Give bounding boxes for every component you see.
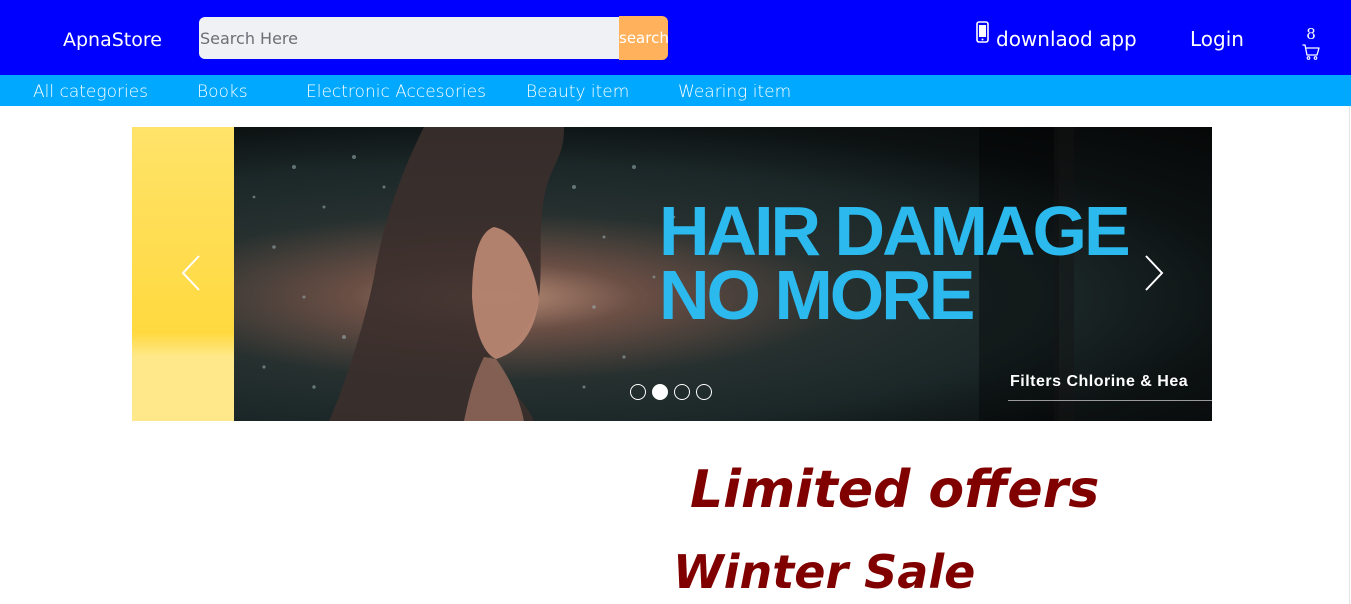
hero-headline: HAIR DAMAGE NO MORE [659,192,1131,334]
download-app-label: downlaod app [996,27,1137,51]
shopping-cart-icon [1302,44,1320,60]
login-link[interactable]: Login [1190,27,1244,51]
category-all[interactable]: All categories [33,82,148,102]
search-button[interactable]: search [619,16,669,60]
category-electronic-accessories[interactable]: Electronic Accesories [306,82,486,102]
winter-sale-heading: Winter Sale [673,545,976,599]
hero-divider [1008,400,1212,401]
mobile-phone-icon [976,21,989,43]
category-wearing-item[interactable]: Wearing item [678,82,791,102]
carousel-dot-3[interactable] [674,384,690,400]
hero-headline-line2: NO MORE [659,256,975,334]
search-input[interactable] [199,17,620,59]
top-navbar: ApnaStore search downlaod app Login 8 [0,0,1351,75]
carousel-indicators [630,384,712,400]
brand-logo[interactable]: ApnaStore [63,29,162,51]
chevron-left-icon[interactable] [179,253,203,293]
category-beauty-item[interactable]: Beauty item [526,82,629,102]
carousel-dot-4[interactable] [696,384,712,400]
download-app-link[interactable]: downlaod app [976,20,1137,51]
carousel-dot-1[interactable] [630,384,646,400]
category-books[interactable]: Books [197,82,248,102]
hero-carousel: HAIR DAMAGE NO MORE Filters Chlorine & H… [132,127,1212,421]
hero-headline-line1: HAIR DAMAGE [659,192,1131,270]
cart-count-badge: 8 [1306,25,1316,43]
chevron-right-icon[interactable] [1142,253,1166,293]
hero-subtext: Filters Chlorine & Hea [1010,373,1189,390]
scrollbar-edge [1349,106,1350,604]
limited-offers-heading: Limited offers [690,460,1100,520]
cart-button[interactable]: 8 [1300,25,1322,60]
category-bar: All categories Books Electronic Accesori… [0,75,1351,106]
carousel-dot-2[interactable] [652,384,668,400]
